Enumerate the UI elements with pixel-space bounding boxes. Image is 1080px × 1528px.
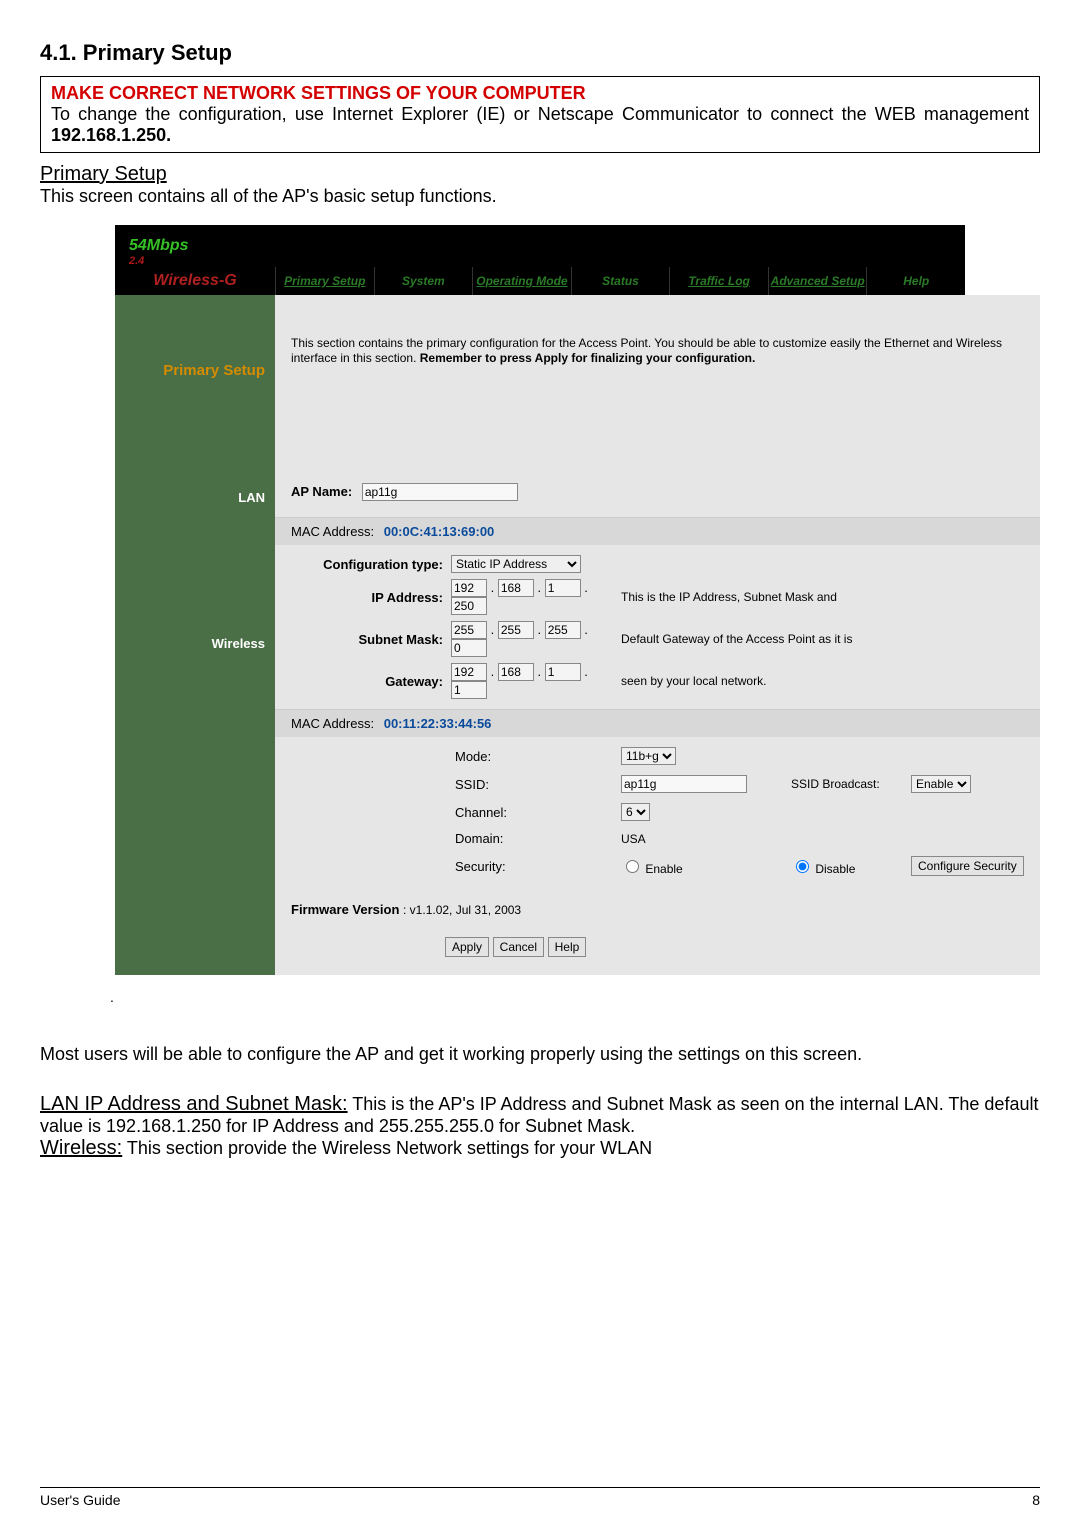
- wl-mac: 00:11:22:33:44:56: [384, 716, 492, 731]
- nav-primary-setup[interactable]: Primary Setup: [275, 267, 374, 295]
- lan-note-2: Default Gateway of the Access Point as i…: [621, 632, 1024, 646]
- ssid-bcast-select[interactable]: Enable: [911, 775, 971, 793]
- side-primary-setup: Primary Setup: [115, 295, 275, 445]
- gw-oct-2[interactable]: [498, 663, 534, 681]
- apply-button[interactable]: [445, 937, 489, 957]
- ap-name-input[interactable]: [362, 483, 518, 501]
- body-paragraph-1: Most users will be able to configure the…: [40, 1035, 1040, 1075]
- nav-traffic-log[interactable]: Traffic Log: [669, 267, 768, 295]
- router-screenshot: 54Mbps 2.4 Wireless-G Primary Setup Syst…: [115, 225, 965, 975]
- ip-oct-1[interactable]: [451, 579, 487, 597]
- ssid-input[interactable]: [621, 775, 747, 793]
- callout-box: MAKE CORRECT NETWORK SETTINGS OF YOUR CO…: [40, 76, 1040, 153]
- gw-oct-1[interactable]: [451, 663, 487, 681]
- lan-note-3: seen by your local network.: [621, 674, 1024, 688]
- channel-label: Channel:: [451, 805, 621, 820]
- nav-advanced-setup[interactable]: Advanced Setup: [768, 267, 867, 295]
- sm-oct-3[interactable]: [545, 621, 581, 639]
- footer-page-number: 8: [1032, 1492, 1040, 1508]
- ip-label: IP Address:: [291, 590, 451, 605]
- help-button[interactable]: [548, 937, 587, 957]
- fw-label: Firmware Version: [291, 902, 399, 917]
- nav-system[interactable]: System: [374, 267, 473, 295]
- ap-name-label: AP Name:: [291, 484, 358, 499]
- sm-label: Subnet Mask:: [291, 632, 451, 647]
- lan-heading: LAN IP Address and Subnet Mask:: [40, 1093, 348, 1115]
- conf-type-select[interactable]: Static IP Address: [451, 555, 581, 573]
- security-enable-label: Enable: [645, 862, 682, 876]
- security-label: Security:: [451, 859, 621, 874]
- ssid-label: SSID:: [451, 777, 621, 792]
- conf-type-label: Configuration type:: [291, 557, 451, 572]
- lan-mac-prefix: MAC Address:: [291, 524, 380, 539]
- callout-address: 192.168.1.250.: [51, 125, 171, 145]
- ip-oct-2[interactable]: [498, 579, 534, 597]
- lan-mac: 00:0C:41:13:69:00: [384, 524, 495, 539]
- wireless-body: This section provide the Wireless Networ…: [127, 1138, 652, 1158]
- callout-line1: To change the configuration, use Interne…: [51, 104, 1029, 124]
- nav-operating-mode[interactable]: Operating Mode: [472, 267, 571, 295]
- gw-oct-3[interactable]: [545, 663, 581, 681]
- cancel-button[interactable]: [493, 937, 544, 957]
- brand-label: Wireless-G: [115, 267, 275, 295]
- ssid-bcast-label: SSID Broadcast:: [791, 777, 911, 791]
- mode-select[interactable]: 11b+g: [621, 747, 676, 765]
- gw-oct-4[interactable]: [451, 681, 487, 699]
- sm-oct-2[interactable]: [498, 621, 534, 639]
- mode-label: Mode:: [451, 749, 621, 764]
- side-wireless: Wireless: [115, 627, 275, 659]
- wireless-heading: Wireless:: [40, 1137, 122, 1159]
- ip-oct-4[interactable]: [451, 597, 487, 615]
- section-title: 4.1. Primary Setup: [40, 40, 1040, 66]
- security-disable-radio[interactable]: [796, 860, 809, 873]
- footer-left: User's Guide: [40, 1492, 120, 1508]
- fw-value: : v1.1.02, Jul 31, 2003: [403, 903, 521, 917]
- intro-bold: Remember to press Apply for finalizing y…: [420, 351, 756, 365]
- gw-label: Gateway:: [291, 674, 451, 689]
- nav-help[interactable]: Help: [866, 267, 965, 295]
- security-disable-label: Disable: [815, 862, 855, 876]
- logo-line1: 54Mbps: [129, 237, 189, 255]
- domain-label: Domain:: [451, 831, 621, 846]
- configure-security-button[interactable]: [911, 856, 1024, 876]
- ip-oct-3[interactable]: [545, 579, 581, 597]
- callout-heading: MAKE CORRECT NETWORK SETTINGS OF YOUR CO…: [51, 83, 586, 103]
- channel-select[interactable]: 6: [621, 803, 650, 821]
- security-enable-radio[interactable]: [626, 860, 639, 873]
- logo-line2: 2.4: [129, 255, 189, 267]
- sm-oct-1[interactable]: [451, 621, 487, 639]
- primary-setup-heading: Primary Setup: [40, 163, 167, 185]
- lan-note-1: This is the IP Address, Subnet Mask and: [621, 590, 1024, 604]
- nav-status[interactable]: Status: [571, 267, 670, 295]
- primary-setup-desc: This screen contains all of the AP's bas…: [40, 186, 497, 206]
- side-lan: LAN: [115, 481, 275, 513]
- sm-oct-4[interactable]: [451, 639, 487, 657]
- wl-mac-prefix: MAC Address:: [291, 716, 380, 731]
- domain-value: USA: [621, 832, 791, 846]
